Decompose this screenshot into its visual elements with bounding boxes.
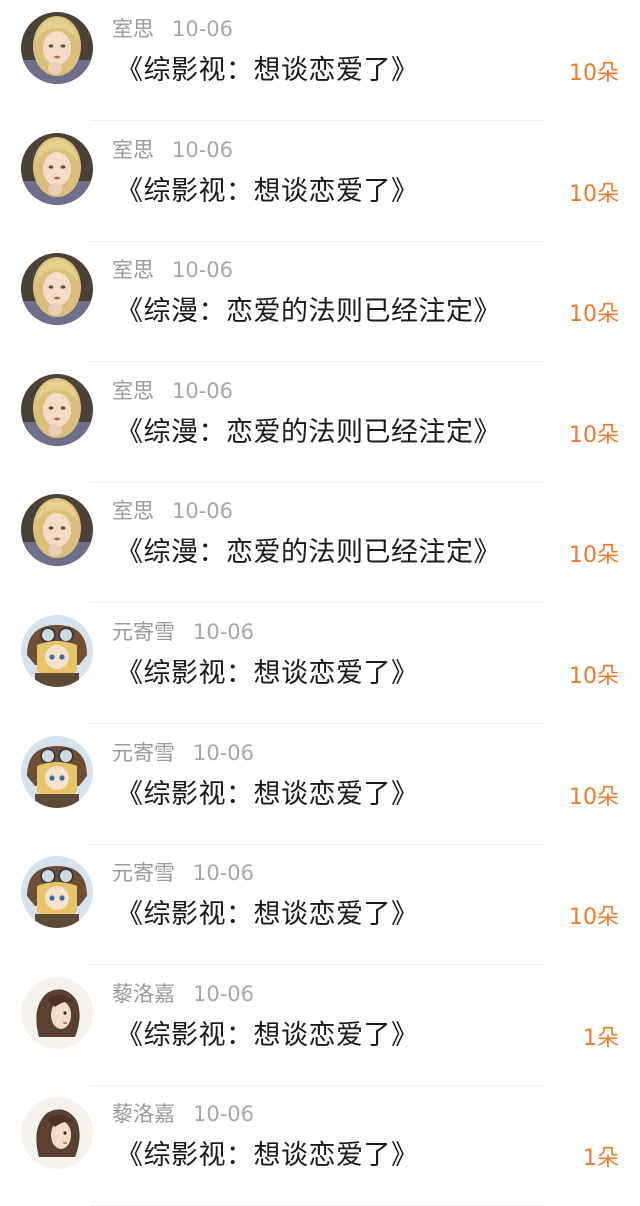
user-name[interactable]: 室思 — [112, 499, 154, 523]
blonde-girl-avatar[interactable] — [21, 374, 93, 446]
aviator-girl-avatar[interactable] — [21, 736, 93, 808]
post-date: 10-06 — [193, 620, 255, 644]
gift-count: 1朵 — [583, 1146, 619, 1171]
book-title[interactable]: 《综影视：想谈恋爱了》 — [116, 892, 419, 931]
post-date: 10-06 — [172, 138, 234, 162]
brunette-girl-avatar[interactable] — [21, 977, 93, 1049]
user-name[interactable]: 元寄雪 — [112, 620, 175, 644]
meta: 室思 10-06 — [112, 495, 233, 525]
post-date: 10-06 — [172, 379, 234, 403]
book-title[interactable]: 《综影视：想谈恋爱了》 — [116, 1133, 419, 1172]
post-date: 10-06 — [193, 982, 255, 1006]
book-title[interactable]: 《综影视：想谈恋爱了》 — [116, 772, 419, 811]
post-date: 10-06 — [193, 741, 255, 765]
book-title[interactable]: 《综漫：恋爱的法则已经注定》 — [116, 530, 501, 569]
list-item[interactable]: 藜洛嘉 10-06 《综影视：想谈恋爱了》 1朵 — [0, 965, 640, 1086]
post-date: 10-06 — [172, 499, 234, 523]
meta: 室思 10-06 — [112, 254, 233, 284]
gift-count: 1朵 — [583, 1026, 619, 1051]
meta: 藜洛嘉 10-06 — [112, 1098, 254, 1128]
list-item[interactable]: 元寄雪 10-06 《综影视：想谈恋爱了》 10朵 — [0, 603, 640, 724]
book-title[interactable]: 《综漫：恋爱的法则已经注定》 — [116, 410, 501, 449]
list-item[interactable]: 藜洛嘉 10-06 《综影视：想谈恋爱了》 1朵 — [0, 1085, 640, 1206]
gift-count: 10朵 — [569, 302, 619, 327]
user-name[interactable]: 室思 — [112, 17, 154, 41]
user-name[interactable]: 藜洛嘉 — [112, 1102, 175, 1126]
user-name[interactable]: 室思 — [112, 138, 154, 162]
blonde-girl-avatar[interactable] — [21, 12, 93, 84]
meta: 室思 10-06 — [112, 134, 233, 164]
aviator-girl-avatar[interactable] — [21, 856, 93, 928]
blonde-girl-avatar[interactable] — [21, 253, 93, 325]
list-item[interactable]: 室思 10-06 《综影视：想谈恋爱了》 10朵 — [0, 0, 640, 121]
brunette-girl-avatar[interactable] — [21, 1097, 93, 1169]
gift-record-list: 室思 10-06 《综影视：想谈恋爱了》 10朵 室思 10-06 《综影视：想谈恋… — [0, 0, 640, 1206]
list-item[interactable]: 元寄雪 10-06 《综影视：想谈恋爱了》 10朵 — [0, 724, 640, 845]
aviator-girl-avatar[interactable] — [21, 615, 93, 687]
blonde-girl-avatar[interactable] — [21, 133, 93, 205]
user-name[interactable]: 元寄雪 — [112, 741, 175, 765]
user-name[interactable]: 藜洛嘉 — [112, 982, 175, 1006]
list-item[interactable]: 室思 10-06 《综影视：想谈恋爱了》 10朵 — [0, 121, 640, 242]
user-name[interactable]: 室思 — [112, 258, 154, 282]
meta: 元寄雪 10-06 — [112, 737, 254, 767]
blonde-girl-avatar[interactable] — [21, 494, 93, 566]
book-title[interactable]: 《综漫：恋爱的法则已经注定》 — [116, 289, 501, 328]
list-item[interactable]: 室思 10-06 《综漫：恋爱的法则已经注定》 10朵 — [0, 482, 640, 603]
meta: 室思 10-06 — [112, 375, 233, 405]
meta: 藜洛嘉 10-06 — [112, 978, 254, 1008]
list-item[interactable]: 室思 10-06 《综漫：恋爱的法则已经注定》 10朵 — [0, 362, 640, 483]
gift-count: 10朵 — [569, 423, 619, 448]
user-name[interactable]: 元寄雪 — [112, 861, 175, 885]
post-date: 10-06 — [172, 258, 234, 282]
gift-count: 10朵 — [569, 182, 619, 207]
meta: 元寄雪 10-06 — [112, 616, 254, 646]
post-date: 10-06 — [193, 1102, 255, 1126]
gift-count: 10朵 — [569, 61, 619, 86]
meta: 室思 10-06 — [112, 13, 233, 43]
gift-count: 10朵 — [569, 543, 619, 568]
meta: 元寄雪 10-06 — [112, 857, 254, 887]
book-title[interactable]: 《综影视：想谈恋爱了》 — [116, 48, 419, 87]
book-title[interactable]: 《综影视：想谈恋爱了》 — [116, 1013, 419, 1052]
gift-count: 10朵 — [569, 905, 619, 930]
user-name[interactable]: 室思 — [112, 379, 154, 403]
post-date: 10-06 — [172, 17, 234, 41]
book-title[interactable]: 《综影视：想谈恋爱了》 — [116, 169, 419, 208]
gift-count: 10朵 — [569, 664, 619, 689]
gift-count: 10朵 — [569, 785, 619, 810]
list-item[interactable]: 元寄雪 10-06 《综影视：想谈恋爱了》 10朵 — [0, 844, 640, 965]
post-date: 10-06 — [193, 861, 255, 885]
list-item[interactable]: 室思 10-06 《综漫：恋爱的法则已经注定》 10朵 — [0, 241, 640, 362]
book-title[interactable]: 《综影视：想谈恋爱了》 — [116, 651, 419, 690]
